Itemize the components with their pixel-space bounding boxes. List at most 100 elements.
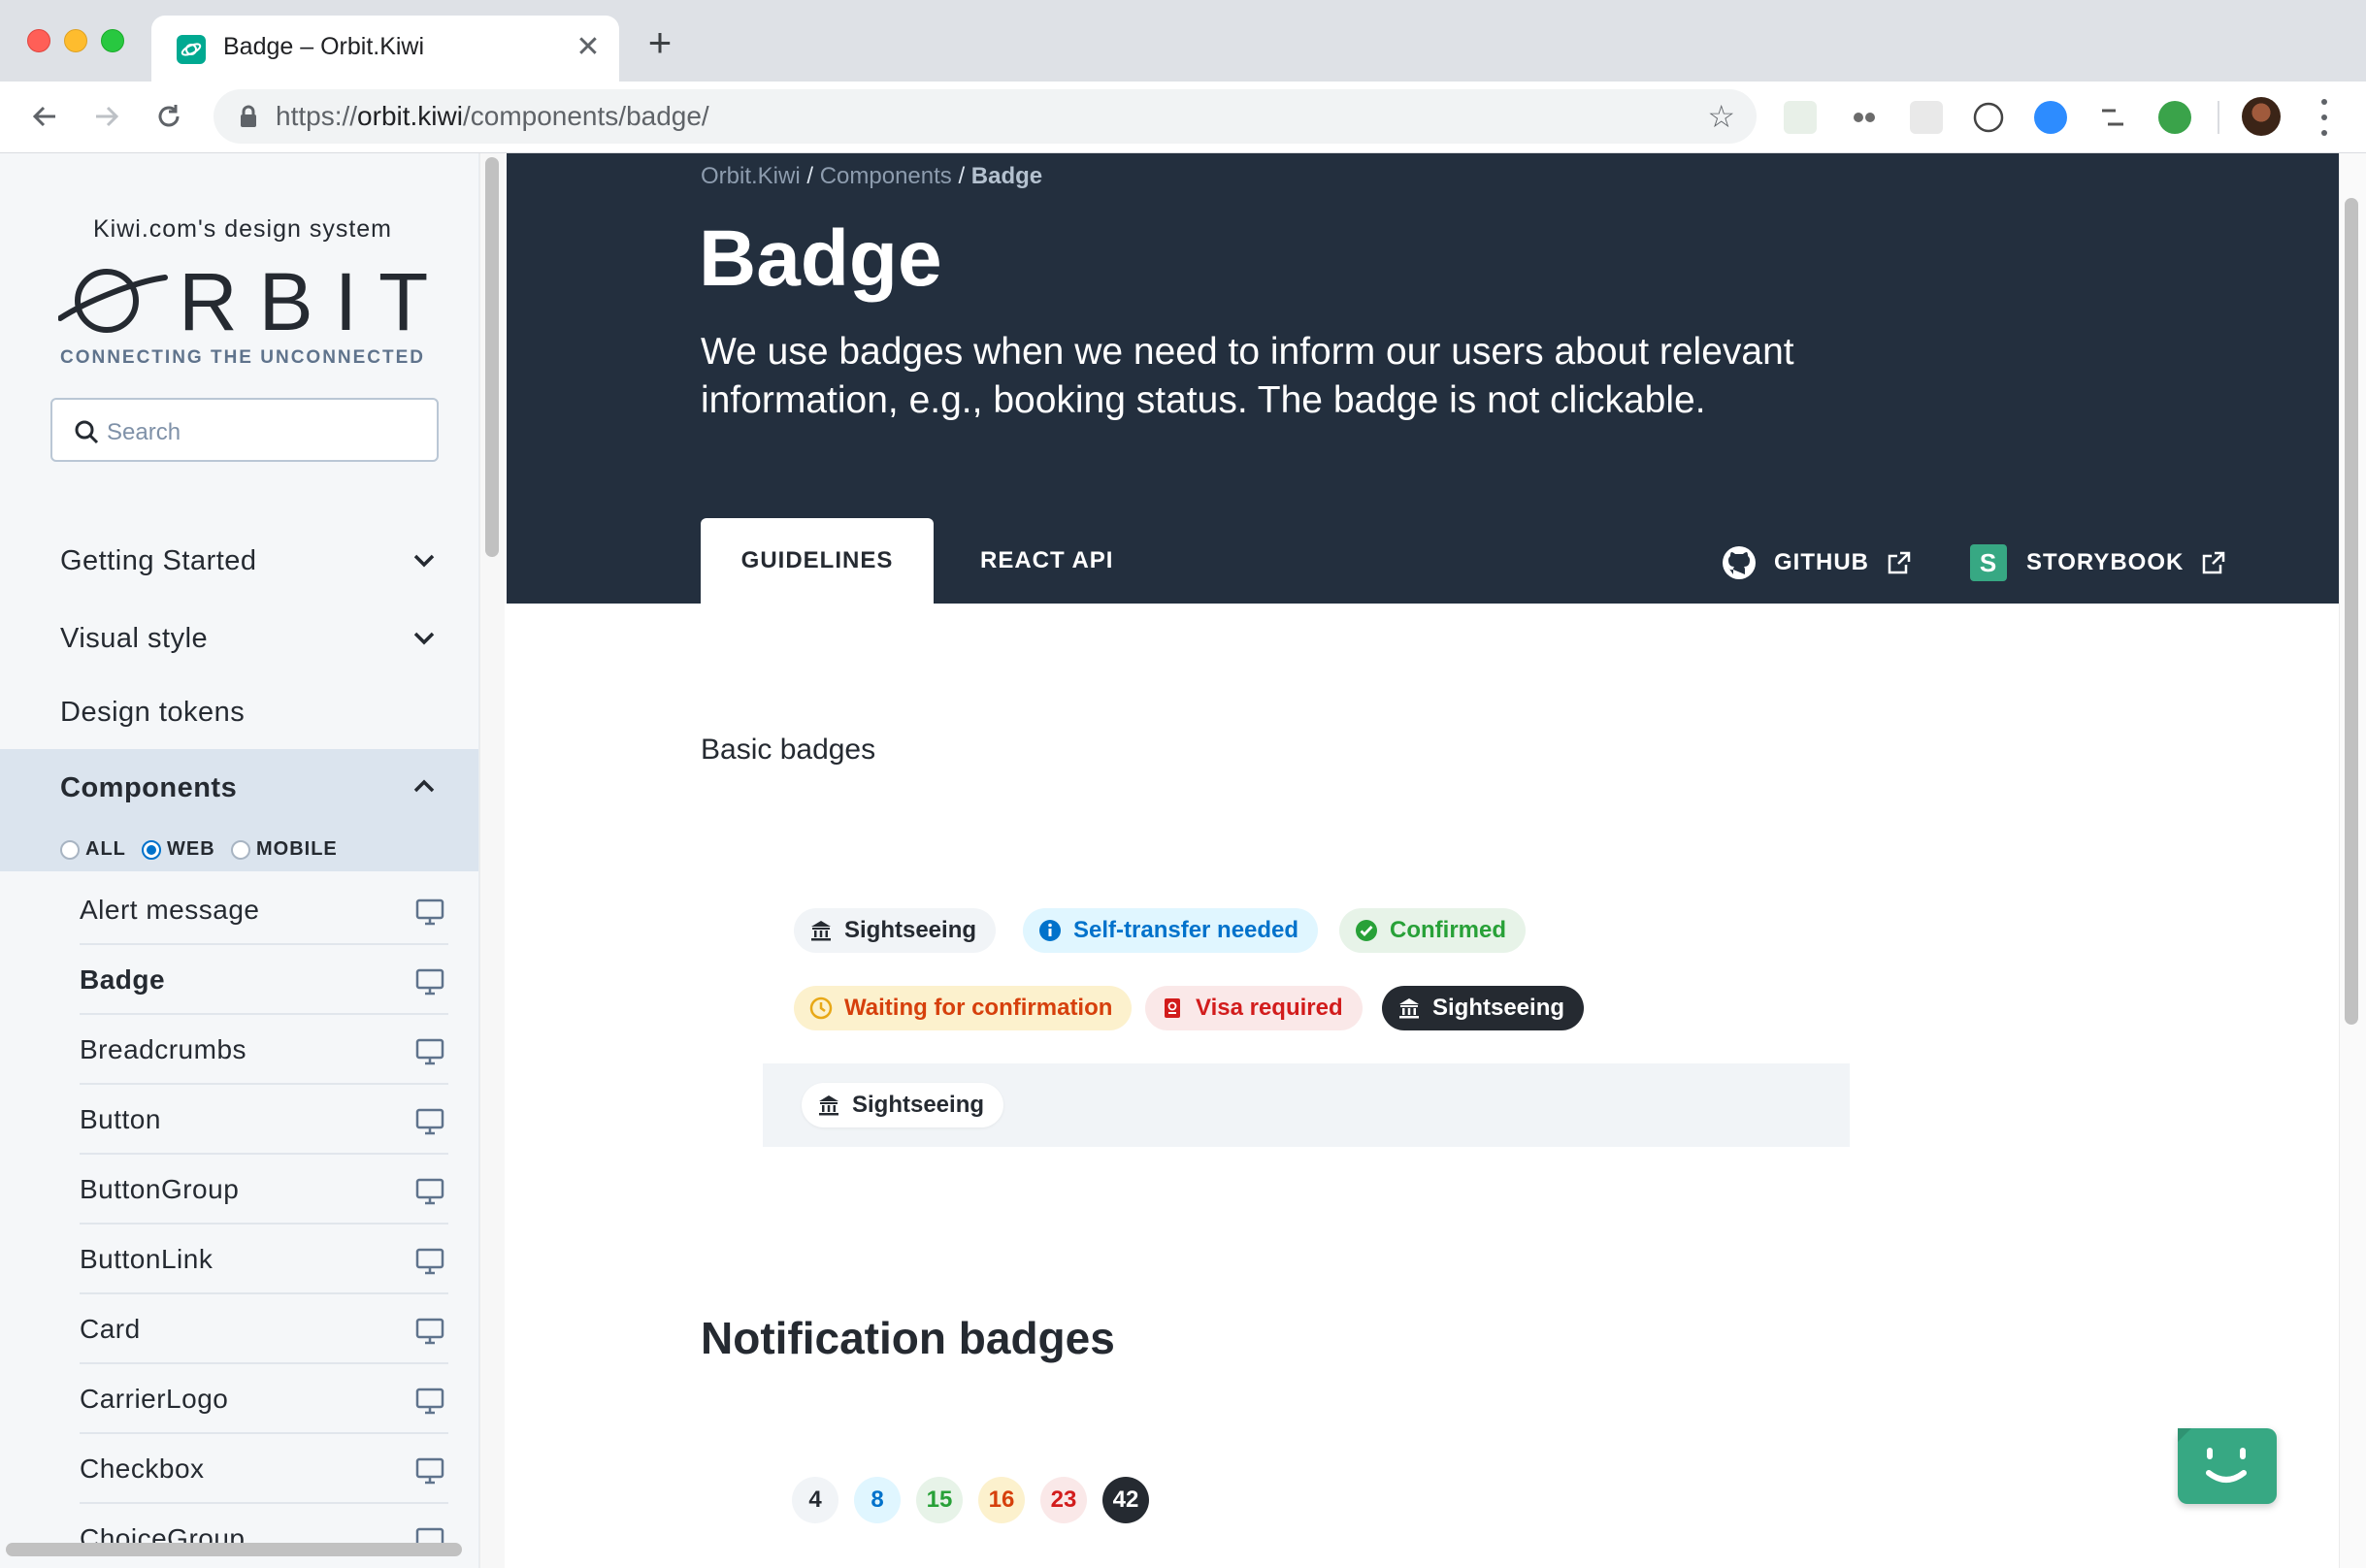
badge-label: Sightseeing: [852, 1092, 985, 1118]
sidebar-component-label: Breadcrumbs: [80, 1034, 247, 1064]
reload-button[interactable]: [149, 97, 188, 136]
orbit-logo[interactable]: RBIT: [57, 256, 437, 347]
logo-wordmark: RBIT: [179, 262, 437, 340]
github-icon: [1723, 546, 1756, 579]
badge-dark: Sightseeing: [1382, 986, 1585, 1030]
monitor-icon: [415, 1318, 444, 1350]
profile-avatar[interactable]: [2242, 97, 2281, 136]
page-scrollbar[interactable]: [2345, 198, 2358, 1025]
bookmark-star-icon[interactable]: ☆: [1707, 101, 1735, 132]
sidebar-item-getting-started[interactable]: Getting Started: [0, 522, 478, 598]
sidebar-component-item[interactable]: CarrierLogo: [80, 1364, 448, 1434]
sidebar-component-item[interactable]: Badge: [80, 945, 448, 1015]
badge-info: Self-transfer needed: [1023, 908, 1319, 953]
notification-badge-critical: 23: [1040, 1477, 1087, 1523]
filter-radio-web[interactable]: [142, 840, 161, 860]
forward-button[interactable]: [87, 97, 126, 136]
sidebar-component-item[interactable]: Breadcrumbs: [80, 1015, 448, 1085]
window-minimize-button[interactable]: [64, 29, 87, 52]
reload-icon: [158, 105, 180, 127]
monitor-icon: [415, 1178, 444, 1210]
monitor-icon: [415, 1248, 444, 1280]
extension-search-icon[interactable]: [2158, 101, 2191, 134]
notification-badge-dark: 42: [1102, 1477, 1149, 1523]
storybook-link[interactable]: S STORYBOOK: [1970, 543, 2226, 582]
sidebar-search-input[interactable]: Search: [50, 398, 439, 462]
back-arrow-icon: [32, 106, 55, 127]
window-zoom-button[interactable]: [101, 29, 124, 52]
notification-badge-info: 8: [854, 1477, 901, 1523]
search-placeholder: Search: [107, 419, 181, 445]
extension-route-icon[interactable]: [2096, 101, 2129, 134]
address-bar[interactable]: https://orbit.kiwi/components/badge/ ☆: [214, 89, 1757, 144]
extension-zoom-icon[interactable]: [2034, 101, 2067, 134]
monitor-icon: [415, 968, 444, 1000]
check-circle-icon: [1355, 919, 1378, 942]
sidebar-component-item[interactable]: ChoiceGroup: [80, 1504, 448, 1568]
sidebar-component-item[interactable]: Checkbox: [80, 1434, 448, 1504]
monitor-icon: [415, 1457, 444, 1489]
orbit-planet-icon: [57, 269, 168, 333]
sidebar-item-visual-style[interactable]: Visual style: [0, 600, 478, 675]
sidebar-scrollbar[interactable]: [485, 157, 499, 557]
browser-tab-bar: Badge – Orbit.Kiwi ✕ +: [0, 0, 2366, 82]
sidebar: Kiwi.com's design system RBIT CONNECTING…: [0, 153, 479, 1568]
search-icon: [75, 420, 99, 444]
filter-radio-all[interactable]: [60, 840, 80, 860]
tab-react-api[interactable]: REACT API: [980, 518, 1113, 604]
toolbar-divider: [2218, 101, 2219, 134]
museum-icon: [817, 1094, 840, 1117]
chat-widget-tail: [2178, 1428, 2191, 1442]
sidebar-component-item[interactable]: ButtonLink: [80, 1225, 448, 1294]
new-tab-button[interactable]: +: [641, 22, 679, 64]
chevron-down-icon: [413, 632, 435, 645]
notification-badge-success: 15: [916, 1477, 963, 1523]
tab-title: Badge – Orbit.Kiwi: [223, 33, 425, 60]
browser-tab[interactable]: Badge – Orbit.Kiwi ✕: [151, 16, 619, 82]
tab-guidelines[interactable]: GUIDELINES: [701, 518, 934, 604]
badge-label: Visa required: [1196, 995, 1343, 1021]
browser-menu-icon[interactable]: [2310, 99, 2339, 136]
page-header: Orbit.Kiwi / Components / Badge Badge We…: [507, 153, 2339, 604]
page-title: Badge: [699, 214, 942, 303]
badge-critical: Visa required: [1145, 986, 1363, 1030]
badge-label: Sightseeing: [1432, 995, 1565, 1021]
extension-evernote-icon[interactable]: [1784, 101, 1817, 134]
filter-label-mobile: MOBILE: [256, 838, 338, 860]
sidebar-item-components[interactable]: Components: [0, 749, 478, 829]
tab-close-icon[interactable]: ✕: [573, 32, 604, 63]
notification-badge-warning: 16: [978, 1477, 1025, 1523]
sidebar-item-label: Design tokens: [60, 697, 246, 728]
breadcrumb: Orbit.Kiwi / Components / Badge: [701, 163, 1043, 189]
extension-dots-icon[interactable]: [1848, 101, 1881, 134]
breadcrumb-current: Badge: [970, 163, 1043, 189]
monitor-icon: [415, 1038, 444, 1070]
filter-radio-mobile[interactable]: [231, 840, 250, 860]
badge-success: Confirmed: [1339, 908, 1526, 953]
sidebar-tagline: Kiwi.com's design system: [92, 215, 393, 243]
github-link[interactable]: GITHUB: [1722, 543, 1912, 582]
sidebar-item-label: Visual style: [60, 623, 209, 654]
sidebar-item-label: Components: [60, 772, 238, 803]
chat-widget-button[interactable]: [2178, 1428, 2277, 1504]
external-link-icon: [2203, 551, 2225, 574]
window-close-button[interactable]: [27, 29, 50, 52]
breadcrumb-link-components[interactable]: Components: [820, 163, 952, 189]
forward-arrow-icon: [96, 106, 119, 127]
smiley-icon: [2206, 1448, 2247, 1483]
sidebar-component-item[interactable]: Card: [80, 1294, 448, 1364]
extension-react-icon[interactable]: [1910, 101, 1943, 134]
chevron-down-icon: [413, 554, 435, 568]
sidebar-horizontal-scrollbar[interactable]: [6, 1543, 462, 1556]
sidebar-component-item[interactable]: Alert message: [80, 875, 448, 945]
passport-icon: [1161, 996, 1184, 1020]
sidebar-item-design-tokens[interactable]: Design tokens: [0, 673, 478, 749]
museum-icon: [1397, 996, 1421, 1020]
extension-json-icon[interactable]: [1972, 101, 2005, 134]
sidebar-component-item[interactable]: Button: [80, 1085, 448, 1155]
back-button[interactable]: [25, 97, 64, 136]
url-text: https://orbit.kiwi/components/badge/: [276, 101, 709, 131]
orbit-favicon-icon: [177, 35, 206, 64]
breadcrumb-link-home[interactable]: Orbit.Kiwi: [701, 163, 801, 189]
sidebar-component-item[interactable]: ButtonGroup: [80, 1155, 448, 1225]
